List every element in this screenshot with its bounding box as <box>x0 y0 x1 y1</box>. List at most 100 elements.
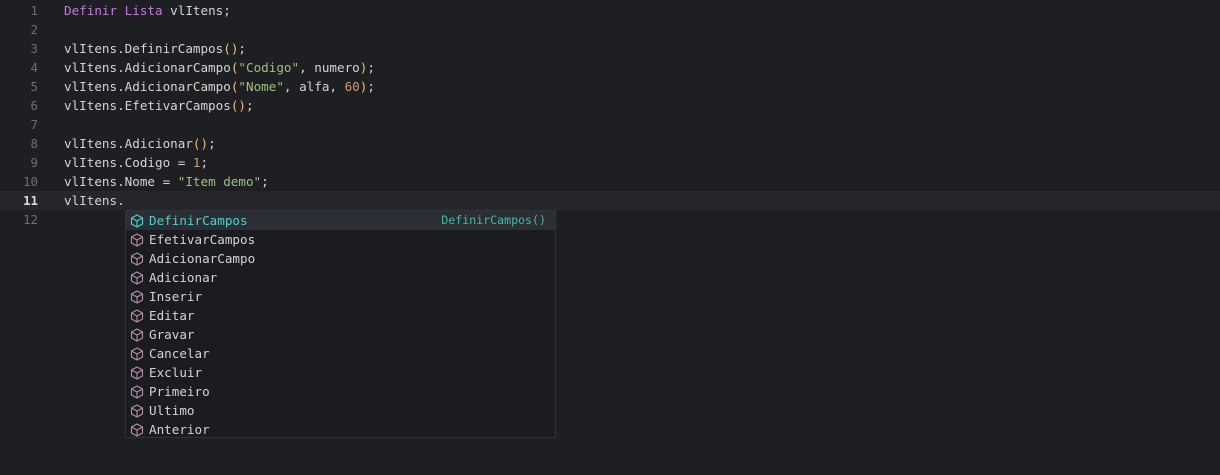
suggestion-label: Cancelar <box>149 346 210 361</box>
cube-icon <box>130 233 144 247</box>
suggestion-label: Editar <box>149 308 195 323</box>
cube-icon <box>130 290 144 304</box>
code-token: ; <box>238 41 246 56</box>
code-line[interactable]: 5 vlItens.AdicionarCampo("Nome", alfa, 60… <box>0 77 1220 96</box>
suggestion-label: Inserir <box>149 289 203 304</box>
suggestion-label: EfetivarCampos <box>149 232 256 247</box>
cube-icon <box>130 385 144 399</box>
code-line[interactable]: 10 vlItens.Nome = "Item demo"; <box>0 172 1220 191</box>
code-token: "Item demo" <box>177 174 262 189</box>
cube-icon <box>130 252 144 266</box>
code-token: 1 <box>192 155 201 170</box>
suggestion-label: Excluir <box>149 365 203 380</box>
cube-icon <box>130 214 144 228</box>
line-number: 2 <box>30 22 38 37</box>
code-token: ; <box>208 136 216 151</box>
code-line[interactable]: 11 vlItens. <box>0 191 1220 210</box>
code-line[interactable]: 8 vlItens.Adicionar(); <box>0 134 1220 153</box>
code-token: vlItens. <box>64 193 125 208</box>
code-token: vlItens.Adicionar <box>64 136 193 151</box>
suggestion-label: AdicionarCampo <box>149 251 256 266</box>
code-token: , numero <box>299 60 360 75</box>
code-token: 60 <box>344 79 360 94</box>
code-line[interactable]: 2 <box>0 20 1220 39</box>
cube-icon <box>130 347 144 361</box>
code-text: vlItens.EfetivarCampos(); <box>64 96 254 115</box>
suggestion-item[interactable]: Gravar <box>126 325 555 344</box>
suggestion-detail: DefinirCampos() <box>441 213 546 227</box>
code-token: Definir <box>64 3 118 18</box>
code-line[interactable]: 9 vlItens.Codigo = 1; <box>0 153 1220 172</box>
line-number: 1 <box>30 3 38 18</box>
line-number: 9 <box>30 155 38 170</box>
code-line[interactable]: 1 Definir Lista vlItens; <box>0 1 1220 20</box>
line-number: 12 <box>23 212 38 227</box>
code-text: vlItens.Nome = "Item demo"; <box>64 172 269 191</box>
code-token: vlItens.Codigo = <box>64 155 193 170</box>
code-text: vlItens.AdicionarCampo("Codigo", numero)… <box>64 58 375 77</box>
code-line[interactable]: 6 vlItens.EfetivarCampos(); <box>0 96 1220 115</box>
code-editor[interactable]: 1 Definir Lista vlItens; 2 3 vlItens.Definir… <box>0 0 1220 475</box>
suggestion-label: DefinirCampos <box>149 213 248 228</box>
suggestion-item[interactable]: Editar <box>126 306 555 325</box>
cube-icon <box>130 366 144 380</box>
cube-icon <box>130 404 144 418</box>
suggestion-label: Anterior <box>149 422 210 437</box>
code-token: , alfa, <box>283 79 345 94</box>
suggestion-item[interactable]: Primeiro <box>126 382 555 401</box>
code-token: vlItens; <box>162 3 231 18</box>
code-token: ; <box>367 79 375 94</box>
cube-icon <box>130 328 144 342</box>
line-number: 7 <box>30 117 38 132</box>
suggestion-item[interactable]: Excluir <box>126 363 555 382</box>
code-line[interactable]: 4 vlItens.AdicionarCampo("Codigo", numero… <box>0 58 1220 77</box>
line-number: 4 <box>30 60 38 75</box>
code-line[interactable]: 3 vlItens.DefinirCampos(); <box>0 39 1220 58</box>
code-token: vlItens.AdicionarCampo <box>64 79 231 94</box>
line-number: 6 <box>30 98 38 113</box>
code-token: () <box>230 98 246 113</box>
autocomplete-widget[interactable]: DefinirCampos DefinirCampos() EfetivarCamp… <box>125 210 556 438</box>
suggestion-item[interactable]: Ultimo <box>126 401 555 420</box>
line-number: 5 <box>30 79 38 94</box>
code-text: vlItens. <box>64 191 125 210</box>
line-number: 8 <box>30 136 38 151</box>
suggestion-item[interactable]: Anterior <box>126 420 555 439</box>
suggestion-item[interactable]: Cancelar <box>126 344 555 363</box>
code-token: Lista <box>124 3 163 18</box>
suggestion-label: Gravar <box>149 327 195 342</box>
code-token: ; <box>245 98 254 113</box>
code-text: vlItens.AdicionarCampo("Nome", alfa, 60)… <box>64 77 375 96</box>
suggestion-label: Adicionar <box>149 270 218 285</box>
code-token: "Codigo" <box>238 60 300 75</box>
code-token: ; <box>367 60 375 75</box>
code-line[interactable]: 7 <box>0 115 1220 134</box>
code-token: () <box>223 41 239 56</box>
suggestion-item[interactable]: EfetivarCampos <box>126 230 555 249</box>
cube-icon <box>130 423 144 437</box>
suggestion-label: Ultimo <box>149 403 195 418</box>
code-token: ; <box>261 174 269 189</box>
suggestion-item[interactable]: AdicionarCampo <box>126 249 555 268</box>
code-token: vlItens.AdicionarCampo <box>64 60 231 75</box>
suggestion-label: Primeiro <box>149 384 210 399</box>
code-token: vlItens.DefinirCampos <box>64 41 224 56</box>
code-text: vlItens.Codigo = 1; <box>64 153 208 172</box>
code-text: Definir Lista vlItens; <box>64 1 231 20</box>
cube-icon <box>130 309 144 323</box>
suggestion-item[interactable]: Inserir <box>126 287 555 306</box>
suggestion-item[interactable]: Adicionar <box>126 268 555 287</box>
code-token: () <box>192 136 209 151</box>
code-token: vlItens.EfetivarCampos <box>64 98 231 113</box>
code-token: ; <box>200 155 209 170</box>
line-number: 3 <box>30 41 38 56</box>
line-number: 10 <box>23 174 38 189</box>
line-number: 11 <box>23 193 38 208</box>
cube-icon <box>130 271 144 285</box>
code-text: vlItens.Adicionar(); <box>64 134 216 153</box>
code-token: vlItens.Nome = <box>64 174 178 189</box>
code-text: vlItens.DefinirCampos(); <box>64 39 246 58</box>
suggestion-item[interactable]: DefinirCampos DefinirCampos() <box>126 211 555 230</box>
code-token: "Nome" <box>238 79 284 94</box>
